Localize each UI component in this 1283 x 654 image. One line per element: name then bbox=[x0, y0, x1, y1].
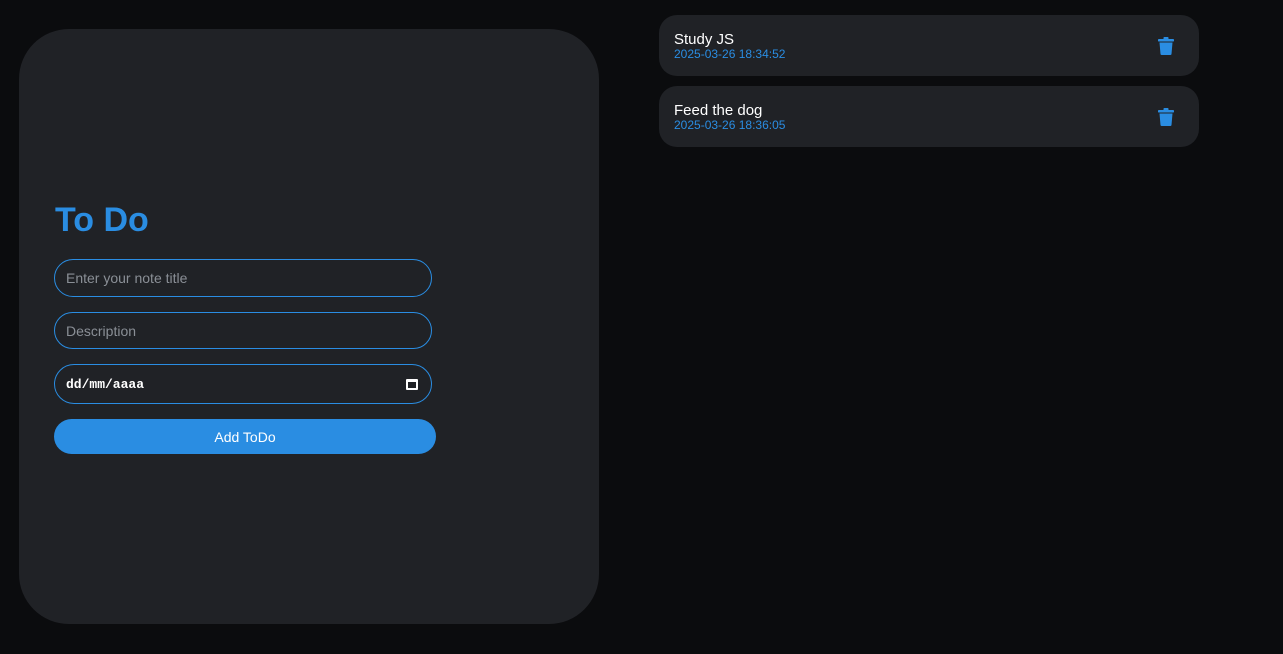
note-title-placeholder: Enter your note title bbox=[66, 270, 188, 286]
trash-icon bbox=[1158, 37, 1174, 55]
calendar-icon[interactable] bbox=[406, 378, 418, 390]
date-input[interactable]: dd/mm/aaaa bbox=[54, 364, 432, 404]
todo-title: Study JS bbox=[674, 31, 735, 48]
add-todo-button[interactable]: Add ToDo bbox=[54, 419, 436, 454]
todo-form-card: To Do Enter your note title Description … bbox=[19, 29, 599, 624]
todo-date: 2025-03-26 18:34:52 bbox=[674, 47, 786, 61]
todo-item: Study JS 2025-03-26 18:34:52 bbox=[659, 15, 1199, 76]
description-placeholder: Description bbox=[66, 322, 137, 339]
trash-icon bbox=[1158, 108, 1174, 126]
delete-todo-button[interactable] bbox=[1154, 105, 1178, 129]
todo-title: Feed the dog bbox=[674, 102, 763, 119]
date-placeholder: dd/mm/aaaa bbox=[66, 376, 145, 392]
page-title: To Do bbox=[55, 201, 149, 239]
todo-date: 2025-03-26 18:36:05 bbox=[674, 118, 786, 132]
todo-item: Feed the dog 2025-03-26 18:36:05 bbox=[659, 86, 1199, 147]
description-input[interactable]: Description bbox=[54, 312, 432, 349]
delete-todo-button[interactable] bbox=[1154, 34, 1178, 58]
note-title-input[interactable]: Enter your note title bbox=[54, 259, 432, 297]
